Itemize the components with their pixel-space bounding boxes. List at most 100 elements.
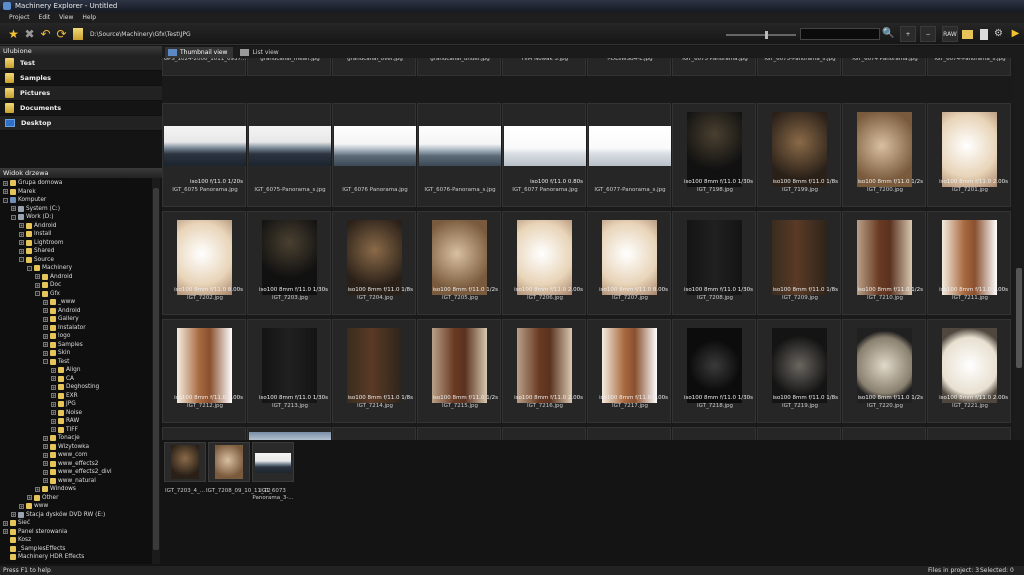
search-icon[interactable]: 🔍 — [881, 26, 896, 42]
thumbnail-cell[interactable]: iso100 8mm f/11.0 1/2s IGT_7215.jpg — [417, 319, 501, 423]
thumbnail-cell[interactable]: iso100 8mm f/11.0 2.00s IGT_7201.jpg — [927, 103, 1011, 207]
expand-toggle-icon[interactable]: + — [51, 384, 56, 390]
expand-toggle-icon[interactable]: + — [35, 486, 40, 492]
favorite-item[interactable]: Test — [0, 56, 162, 71]
zoom-out-icon[interactable]: − — [920, 26, 936, 42]
tree-item[interactable]: + Windows — [35, 485, 76, 494]
thumbnail-cell[interactable]: iso100 8mm f/11.0 8.00s IGT_7212.jpg — [162, 319, 246, 423]
expand-toggle-icon[interactable]: + — [3, 529, 8, 535]
favorite-item[interactable]: Pictures — [0, 86, 162, 101]
favorite-item[interactable]: Desktop — [0, 116, 162, 131]
tree-item[interactable]: + Android — [43, 307, 80, 316]
expand-toggle-icon[interactable]: + — [3, 180, 8, 186]
expand-toggle-icon[interactable]: + — [3, 520, 8, 526]
search-input[interactable] — [800, 28, 880, 40]
expand-toggle-icon[interactable]: + — [51, 427, 56, 433]
expand-toggle-icon[interactable]: + — [11, 512, 16, 518]
expand-toggle-icon[interactable]: + — [19, 223, 24, 229]
tree-item[interactable]: + Android — [19, 222, 56, 231]
tree-item[interactable]: + Instalator — [43, 324, 86, 333]
expand-toggle-icon[interactable]: + — [43, 350, 48, 356]
settings-icon[interactable]: ⚙ — [991, 26, 1006, 42]
tree-item[interactable]: + RAW — [51, 417, 79, 426]
thumbnail-cell[interactable] — [757, 427, 841, 440]
tree-item[interactable]: + Skin — [43, 349, 70, 358]
menu-help[interactable]: Help — [82, 14, 96, 21]
thumbnail-cell[interactable]: iso100 8mm f/11.0 1/8s IGT_7214.jpg — [332, 319, 416, 423]
tree-item[interactable]: + Align — [51, 366, 81, 375]
thumbnail-cell[interactable]: grandcanal_under.jpg — [417, 58, 501, 76]
tree-item[interactable]: - Work (D:) — [11, 213, 53, 222]
expand-toggle-icon[interactable]: + — [43, 299, 48, 305]
expand-toggle-icon[interactable]: + — [43, 444, 48, 450]
tree-item[interactable]: - Source — [19, 256, 54, 265]
expand-toggle-icon[interactable]: + — [3, 189, 8, 195]
project-item[interactable]: IGT_6073 Panorama_3-... — [252, 442, 294, 501]
thumbnail-cell[interactable]: iso100 8mm f/11.0 8.00s IGT_7202.jpg — [162, 211, 246, 315]
thumbnail-cell[interactable]: IGT_6075-Panorama_s.jpg — [247, 103, 331, 207]
thumbnail-cell[interactable] — [672, 427, 756, 440]
expand-toggle-icon[interactable]: - — [43, 359, 48, 365]
undo-icon[interactable]: ↶ — [38, 26, 53, 42]
raw-icon[interactable]: RAW — [942, 26, 958, 42]
tree-scrollbar[interactable] — [152, 178, 160, 564]
thumbnail-cell[interactable]: IGT_6076-Panorama_s.jpg — [417, 103, 501, 207]
thumbnail-cell[interactable]: iso100 8mm f/11.0 1/30s IGT_7203.jpg — [247, 211, 331, 315]
project-item[interactable]: IGT_7203_4_... — [164, 442, 206, 496]
expand-toggle-icon[interactable]: - — [27, 265, 32, 271]
tree-item[interactable]: + www_effects2_divi — [43, 468, 112, 477]
tree-item[interactable]: + _www — [43, 298, 75, 307]
menu-edit[interactable]: Edit — [39, 14, 51, 21]
thumbnail-cell[interactable]: iso100 8mm f/11.0 2.00s IGT_7211.jpg — [927, 211, 1011, 315]
tree-item[interactable]: + TIFF — [51, 426, 78, 435]
thumbnail-cell[interactable]: iso100 33mm f/7.1 1/800sGPS_1024-2006_10… — [162, 58, 246, 76]
tree-item[interactable]: - Gfx — [35, 290, 60, 299]
expand-toggle-icon[interactable]: + — [43, 469, 48, 475]
zoom-slider-thumb[interactable] — [765, 31, 768, 39]
tree-item[interactable]: + Lightroom — [19, 239, 63, 248]
thumbnail-cell[interactable] — [417, 427, 501, 440]
zoom-in-icon[interactable]: + — [900, 26, 916, 42]
expand-toggle-icon[interactable]: + — [43, 478, 48, 484]
tab-list-view[interactable]: List view — [237, 47, 284, 58]
thumbnail-cell[interactable]: iso100 f/11.0 1/320sIGT_6073 Panorama.jp… — [672, 58, 756, 76]
project-item[interactable]: IGT_7208_09_10_11_12 — [206, 442, 271, 496]
expand-toggle-icon[interactable]: - — [11, 214, 16, 220]
thumbnail-cell[interactable]: iso100 8mm f/11.0 1/8s IGT_7204.jpg — [332, 211, 416, 315]
refresh-icon[interactable]: ⟳ — [54, 26, 69, 42]
menu-view[interactable]: View — [59, 14, 73, 21]
path-display[interactable]: D:\Source\Machinery\Gfx\Test\JPG — [90, 31, 191, 38]
tree-item[interactable]: - Test — [43, 358, 69, 367]
tree-item[interactable]: + www_com — [43, 451, 88, 460]
tree-item[interactable]: + logo — [43, 332, 70, 341]
thumbnail-cell[interactable]: iso100 8mm f/11.0 1/30s IGT_7208.jpg — [672, 211, 756, 315]
expand-toggle-icon[interactable]: - — [35, 291, 40, 297]
expand-toggle-icon[interactable]: + — [43, 452, 48, 458]
tab-thumbnail-view[interactable]: Thumbnail view — [165, 46, 234, 58]
thumbnail-cell[interactable] — [927, 427, 1011, 440]
tree-item[interactable]: + Gallery — [43, 315, 79, 324]
tree-item[interactable]: + www — [19, 502, 48, 511]
expand-toggle-icon[interactable]: - — [19, 257, 24, 263]
tree-item[interactable]: + Other — [27, 494, 58, 503]
thumbnail-cell[interactable]: iso100 8mm f/11.0 1/2s IGT_7205.jpg — [417, 211, 501, 315]
folder-icon[interactable] — [70, 26, 85, 42]
tree-item[interactable]: + Install — [19, 230, 51, 239]
thumbnail-cell[interactable]: iso100 8mm f/11.0 2.00s IGT_7221.jpg — [927, 319, 1011, 423]
tree-scrollbar-thumb[interactable] — [153, 188, 159, 550]
thumbnail-cell[interactable]: grandcanal_mean.jpg — [247, 58, 331, 76]
tree-item[interactable]: + Wizytowka — [43, 443, 89, 452]
thumbnail-cell[interactable]: IGT_6074-Panorama_s.jpg — [927, 58, 1011, 76]
thumbnail-cell[interactable]: iso100 8mm f/11.0 2.00s IGT_7216.jpg — [502, 319, 586, 423]
expand-toggle-icon[interactable]: + — [43, 325, 48, 331]
tree-item[interactable]: - Machinery — [27, 264, 72, 273]
thumbnail-cell[interactable] — [332, 427, 416, 440]
expand-toggle-icon[interactable]: + — [43, 342, 48, 348]
expand-toggle-icon[interactable]: + — [51, 393, 56, 399]
expand-toggle-icon[interactable]: + — [51, 367, 56, 373]
expand-toggle-icon[interactable]: + — [19, 503, 24, 509]
thumbnail-cell[interactable]: IGT_6073-Panorama_s.jpg — [757, 58, 841, 76]
expand-toggle-icon[interactable]: + — [19, 231, 24, 237]
tree-item[interactable]: - Komputer — [3, 196, 46, 205]
thumbnail-cell[interactable]: iso100 8mm f/11.0 2.00s IGT_7206.jpg — [502, 211, 586, 315]
